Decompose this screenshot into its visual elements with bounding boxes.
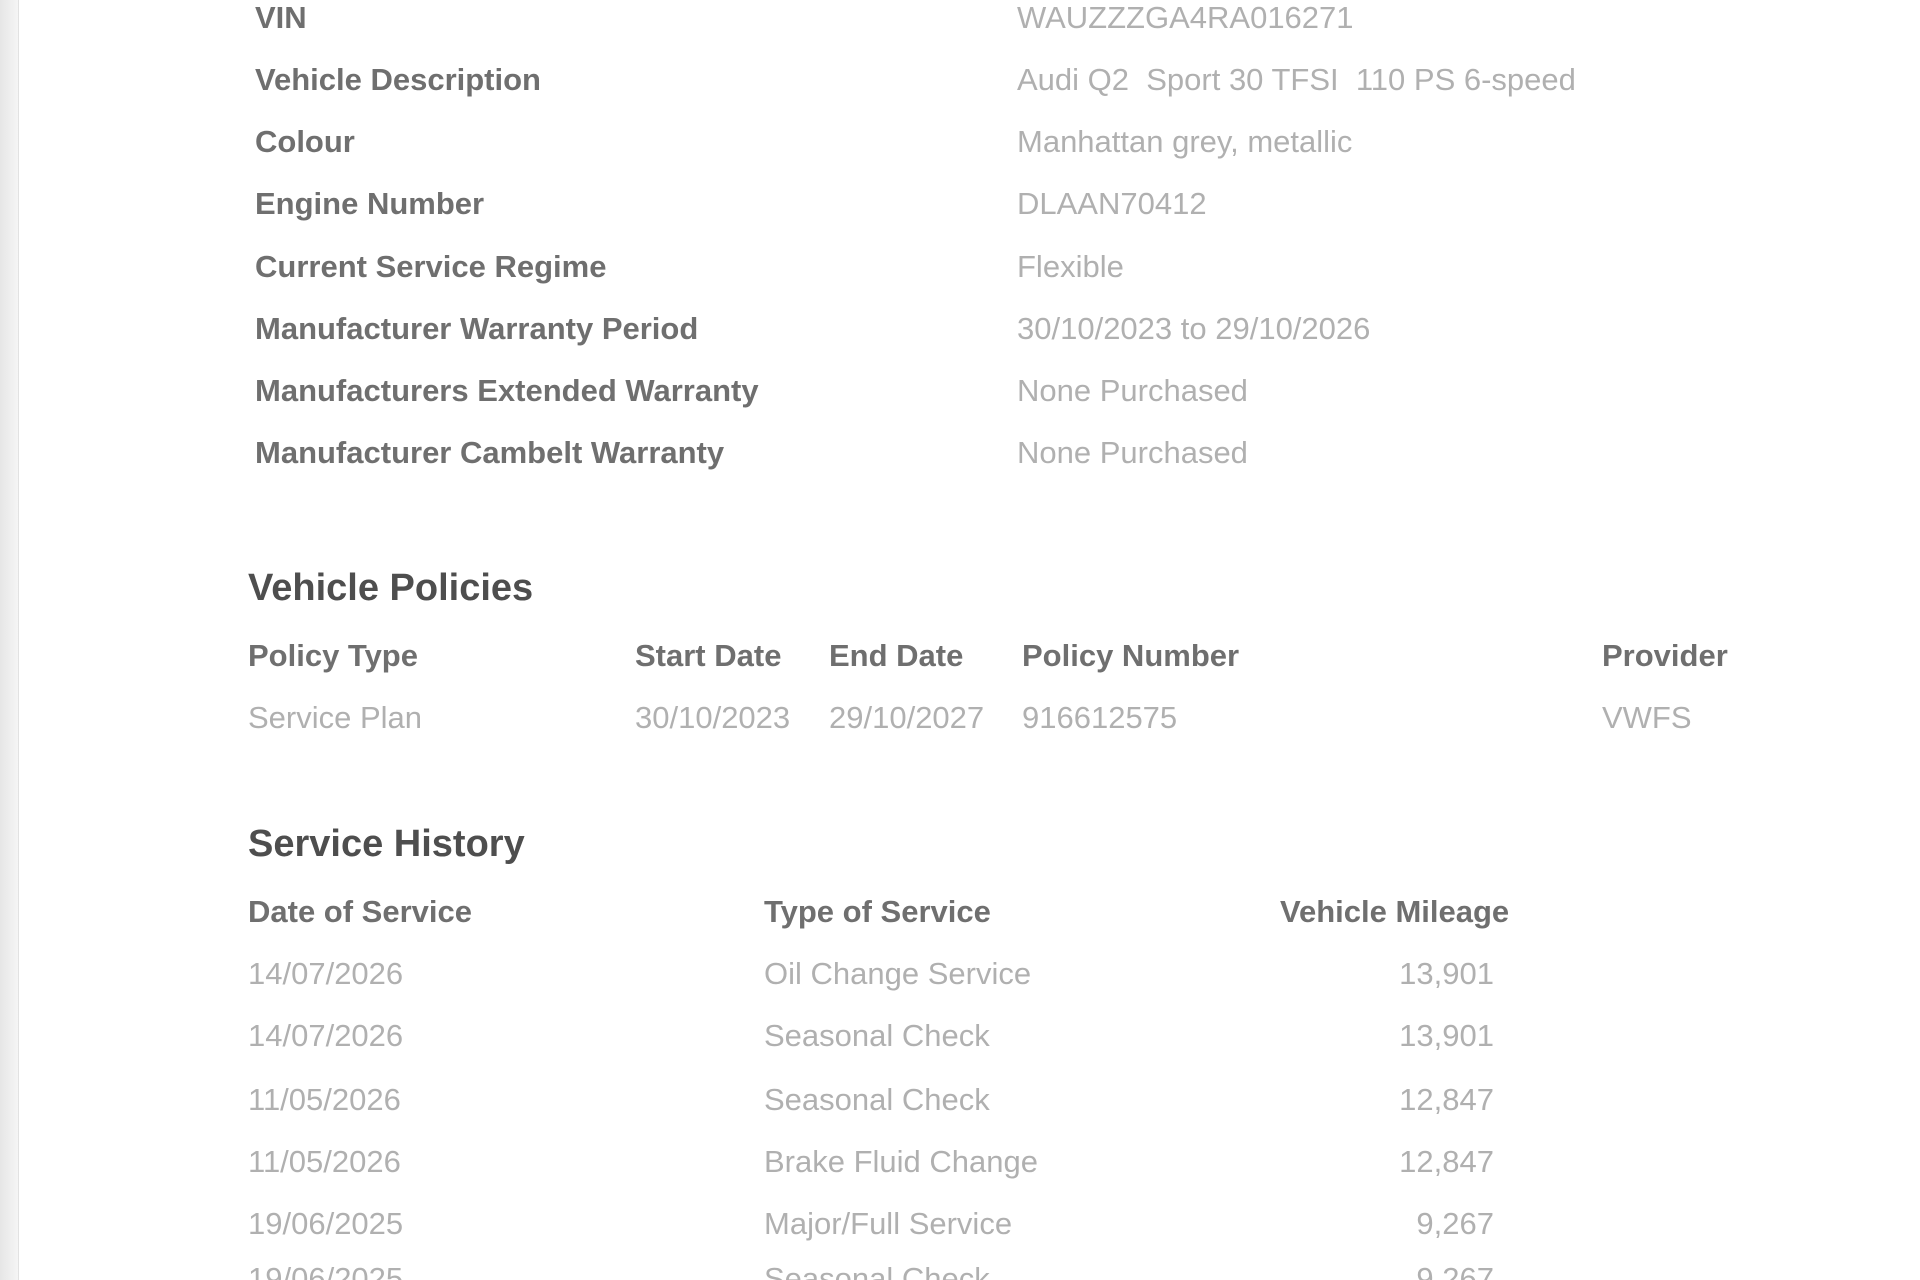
details-label: Colour <box>255 124 355 159</box>
cell-mileage: 13,901 <box>1399 1018 1494 1053</box>
cell-date: 19/06/2025 <box>248 1206 404 1241</box>
table-row: 11/05/2026 Seasonal Check 12,847 <box>19 1080 1920 1120</box>
details-label: VIN <box>255 0 307 35</box>
cell-date: 11/05/2026 <box>248 1082 401 1117</box>
details-row-engine-number: Engine Number DLAAN70412 <box>255 184 1755 224</box>
header-end-date: End Date <box>829 638 964 673</box>
header-type-of-service: Type of Service <box>764 894 991 929</box>
cell-type: Seasonal Check <box>764 1261 990 1280</box>
viewer-left-gutter <box>0 0 19 1280</box>
section-title-service-history: Service History <box>248 823 525 865</box>
details-label: Manufacturer Warranty Period <box>255 311 699 346</box>
table-row: 11/05/2026 Brake Fluid Change 12,847 <box>19 1142 1920 1182</box>
details-value: Audi Q2 Sport 30 TFSI 110 PS 6-speed <box>1017 62 1576 97</box>
table-row: 19/06/2025 Seasonal Check 9,267 <box>19 1259 1920 1280</box>
details-label: Current Service Regime <box>255 249 607 284</box>
header-start-date: Start Date <box>635 638 782 673</box>
details-row-extended-warranty: Manufacturers Extended Warranty None Pur… <box>255 371 1755 411</box>
section-title-vehicle-policies: Vehicle Policies <box>248 567 534 609</box>
cell-end-date: 29/10/2027 <box>829 700 985 735</box>
details-row-service-regime: Current Service Regime Flexible <box>255 247 1755 287</box>
details-value: WAUZZZGA4RA016271 <box>1017 0 1354 35</box>
cell-provider: VWFS <box>1602 700 1692 735</box>
cell-mileage: 13,901 <box>1399 956 1494 991</box>
details-value: 30/10/2023 to 29/10/2026 <box>1017 311 1371 346</box>
details-row-warranty-period: Manufacturer Warranty Period 30/10/2023 … <box>255 309 1755 349</box>
details-label: Vehicle Description <box>255 62 541 97</box>
cell-date: 11/05/2026 <box>248 1144 401 1179</box>
cell-type: Seasonal Check <box>764 1018 990 1053</box>
cell-mileage: 12,847 <box>1399 1144 1494 1179</box>
table-row: 19/06/2025 Major/Full Service 9,267 <box>19 1204 1920 1244</box>
cell-mileage: 9,267 <box>1416 1206 1494 1241</box>
cell-date: 14/07/2026 <box>248 956 404 991</box>
cell-type: Seasonal Check <box>764 1082 990 1117</box>
details-value: Manhattan grey, metallic <box>1017 124 1353 159</box>
table-row: 14/07/2026 Oil Change Service 13,901 <box>19 954 1920 994</box>
header-date-of-service: Date of Service <box>248 894 472 929</box>
details-label: Manufacturer Cambelt Warranty <box>255 435 725 470</box>
cell-date: 19/06/2025 <box>248 1261 404 1280</box>
document-viewer: VIN WAUZZZGA4RA016271 Vehicle Descriptio… <box>0 0 1920 1280</box>
cell-type: Brake Fluid Change <box>764 1144 1038 1179</box>
table-row: 14/07/2026 Seasonal Check 13,901 <box>19 1016 1920 1056</box>
cell-start-date: 30/10/2023 <box>635 700 791 735</box>
cell-policy-type: Service Plan <box>248 700 423 735</box>
header-provider: Provider <box>1602 638 1728 673</box>
cell-type: Major/Full Service <box>764 1206 1013 1241</box>
cell-mileage: 12,847 <box>1399 1082 1494 1117</box>
header-policy-number: Policy Number <box>1022 638 1240 673</box>
details-row-vehicle-description: Vehicle Description Audi Q2 Sport 30 TFS… <box>255 60 1755 100</box>
cell-date: 14/07/2026 <box>248 1018 404 1053</box>
details-value: DLAAN70412 <box>1017 186 1207 221</box>
details-row-vin: VIN WAUZZZGA4RA016271 <box>255 0 1755 38</box>
header-policy-type: Policy Type <box>248 638 418 673</box>
cell-mileage: 9,267 <box>1416 1261 1494 1280</box>
details-label: Manufacturers Extended Warranty <box>255 373 759 408</box>
document-page: VIN WAUZZZGA4RA016271 Vehicle Descriptio… <box>19 0 1920 1280</box>
details-value: None Purchased <box>1017 373 1248 408</box>
details-row-cambelt-warranty: Manufacturer Cambelt Warranty None Purch… <box>255 433 1755 473</box>
details-label: Engine Number <box>255 186 485 221</box>
cell-policy-number: 916612575 <box>1022 700 1178 735</box>
details-row-colour: Colour Manhattan grey, metallic <box>255 122 1755 162</box>
table-row: Service Plan 30/10/2023 29/10/2027 91661… <box>19 698 1920 738</box>
cell-type: Oil Change Service <box>764 956 1032 991</box>
details-value: Flexible <box>1017 249 1124 284</box>
details-value: None Purchased <box>1017 435 1248 470</box>
header-vehicle-mileage: Vehicle Mileage <box>1280 894 1510 929</box>
